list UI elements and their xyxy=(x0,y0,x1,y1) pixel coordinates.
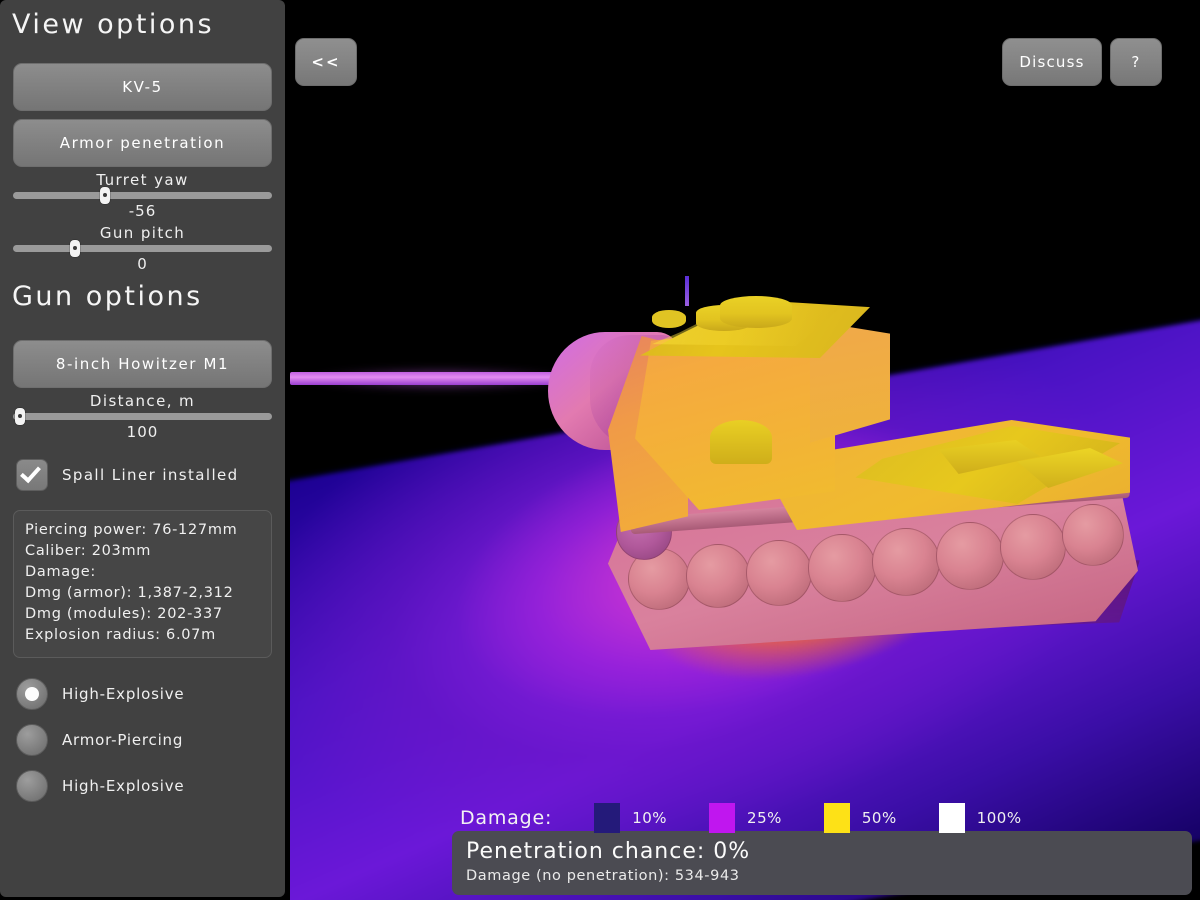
legend-item-100: 100% xyxy=(938,803,1022,833)
stat-damage-header: Damage: xyxy=(25,564,96,580)
gun-pitch-value: 0 xyxy=(137,255,148,273)
view-options-heading: View options xyxy=(12,9,215,40)
spall-liner-label: Spall Liner installed xyxy=(62,466,239,484)
gun-pitch-label: Gun pitch xyxy=(99,224,186,242)
spall-liner-row[interactable]: Spall Liner installed xyxy=(12,459,273,491)
gun-pitch-slider[interactable] xyxy=(13,240,272,257)
tank-3d-viewport[interactable]: << Discuss ? xyxy=(290,0,1200,900)
penetration-damage-text: Damage (no penetration): 534-943 xyxy=(466,868,740,884)
back-button[interactable]: << xyxy=(295,38,357,86)
stat-dmg-modules: Dmg (modules): 202-337 xyxy=(25,606,223,622)
legend-item-25: 25% xyxy=(709,803,782,833)
penetration-result-panel: Penetration chance: 0% Damage (no penetr… xyxy=(452,831,1192,895)
turret-yaw-knob[interactable] xyxy=(100,187,111,204)
legend-swatch-50 xyxy=(823,803,850,833)
legend-item-50: 50% xyxy=(823,803,897,833)
legend-text-25: 25% xyxy=(747,809,782,827)
gun-options-heading: Gun options xyxy=(12,281,203,312)
tank-selector-button[interactable]: KV-5 xyxy=(13,63,272,111)
help-button[interactable]: ? xyxy=(1110,38,1162,86)
legend-swatch-25 xyxy=(709,803,736,833)
turret-yaw-value: -56 xyxy=(128,202,157,220)
stat-caliber: Caliber: 203mm xyxy=(25,543,152,559)
stat-explosion-radius: Explosion radius: 6.07m xyxy=(25,627,216,643)
gun-selector-button[interactable]: 8-inch Howitzer M1 xyxy=(13,340,272,388)
legend-text-10: 10% xyxy=(632,809,668,827)
legend-text-100: 100% xyxy=(976,809,1022,827)
shell-type-radio-group: High-Explosive Armor-Piercing High-Explo… xyxy=(12,678,273,802)
distance-knob[interactable] xyxy=(15,408,26,425)
distance-slider[interactable] xyxy=(13,408,272,425)
shell-type-option-2[interactable]: Armor-Piercing xyxy=(16,724,273,756)
shell-type-label-3: High-Explosive xyxy=(62,777,185,795)
legend-item-10: 10% xyxy=(594,803,667,833)
damage-legend-title: Damage: xyxy=(460,807,553,829)
penetration-chance-text: Penetration chance: 0% xyxy=(466,839,751,864)
turret-yaw-label: Turret yaw xyxy=(96,171,189,189)
options-sidebar: View options KV-5 Armor penetration Turr… xyxy=(0,0,285,897)
radio-icon-selected[interactable] xyxy=(16,678,48,710)
application-root: View options KV-5 Armor penetration Turr… xyxy=(0,0,1200,900)
gun-pitch-knob[interactable] xyxy=(70,240,81,257)
shell-type-option-1[interactable]: High-Explosive xyxy=(16,678,273,710)
legend-text-50: 50% xyxy=(861,809,897,827)
commander-cupola xyxy=(720,296,792,328)
shell-type-option-3[interactable]: High-Explosive xyxy=(16,770,273,802)
radio-icon-unselected-2[interactable] xyxy=(16,770,48,802)
checkmark-icon xyxy=(20,461,41,484)
view-mode-button[interactable]: Armor penetration xyxy=(13,119,272,167)
tank-model xyxy=(290,0,1200,900)
stat-piercing-power: Piercing power: 76-127mm xyxy=(25,522,238,538)
turret-hatch xyxy=(652,310,686,328)
machinegun-turret xyxy=(710,420,772,464)
discuss-button[interactable]: Discuss xyxy=(1002,38,1102,86)
shell-type-label-1: High-Explosive xyxy=(62,685,185,703)
shell-stats-panel: Piercing power: 76-127mm Caliber: 203mm … xyxy=(13,510,272,658)
damage-legend: Damage: 10% 25% 50% 100% xyxy=(460,803,1064,833)
distance-value: 100 xyxy=(126,423,159,441)
legend-swatch-10 xyxy=(594,803,621,833)
turret-yaw-slider[interactable] xyxy=(13,187,272,204)
radio-antenna xyxy=(685,276,689,306)
legend-swatch-100 xyxy=(938,803,965,833)
spall-liner-checkbox[interactable] xyxy=(16,459,48,491)
shell-type-label-2: Armor-Piercing xyxy=(62,731,184,749)
radio-icon-unselected-1[interactable] xyxy=(16,724,48,756)
stat-dmg-armor: Dmg (armor): 1,387-2,312 xyxy=(25,585,234,601)
gun-barrel xyxy=(290,372,590,385)
distance-label: Distance, m xyxy=(89,392,196,410)
